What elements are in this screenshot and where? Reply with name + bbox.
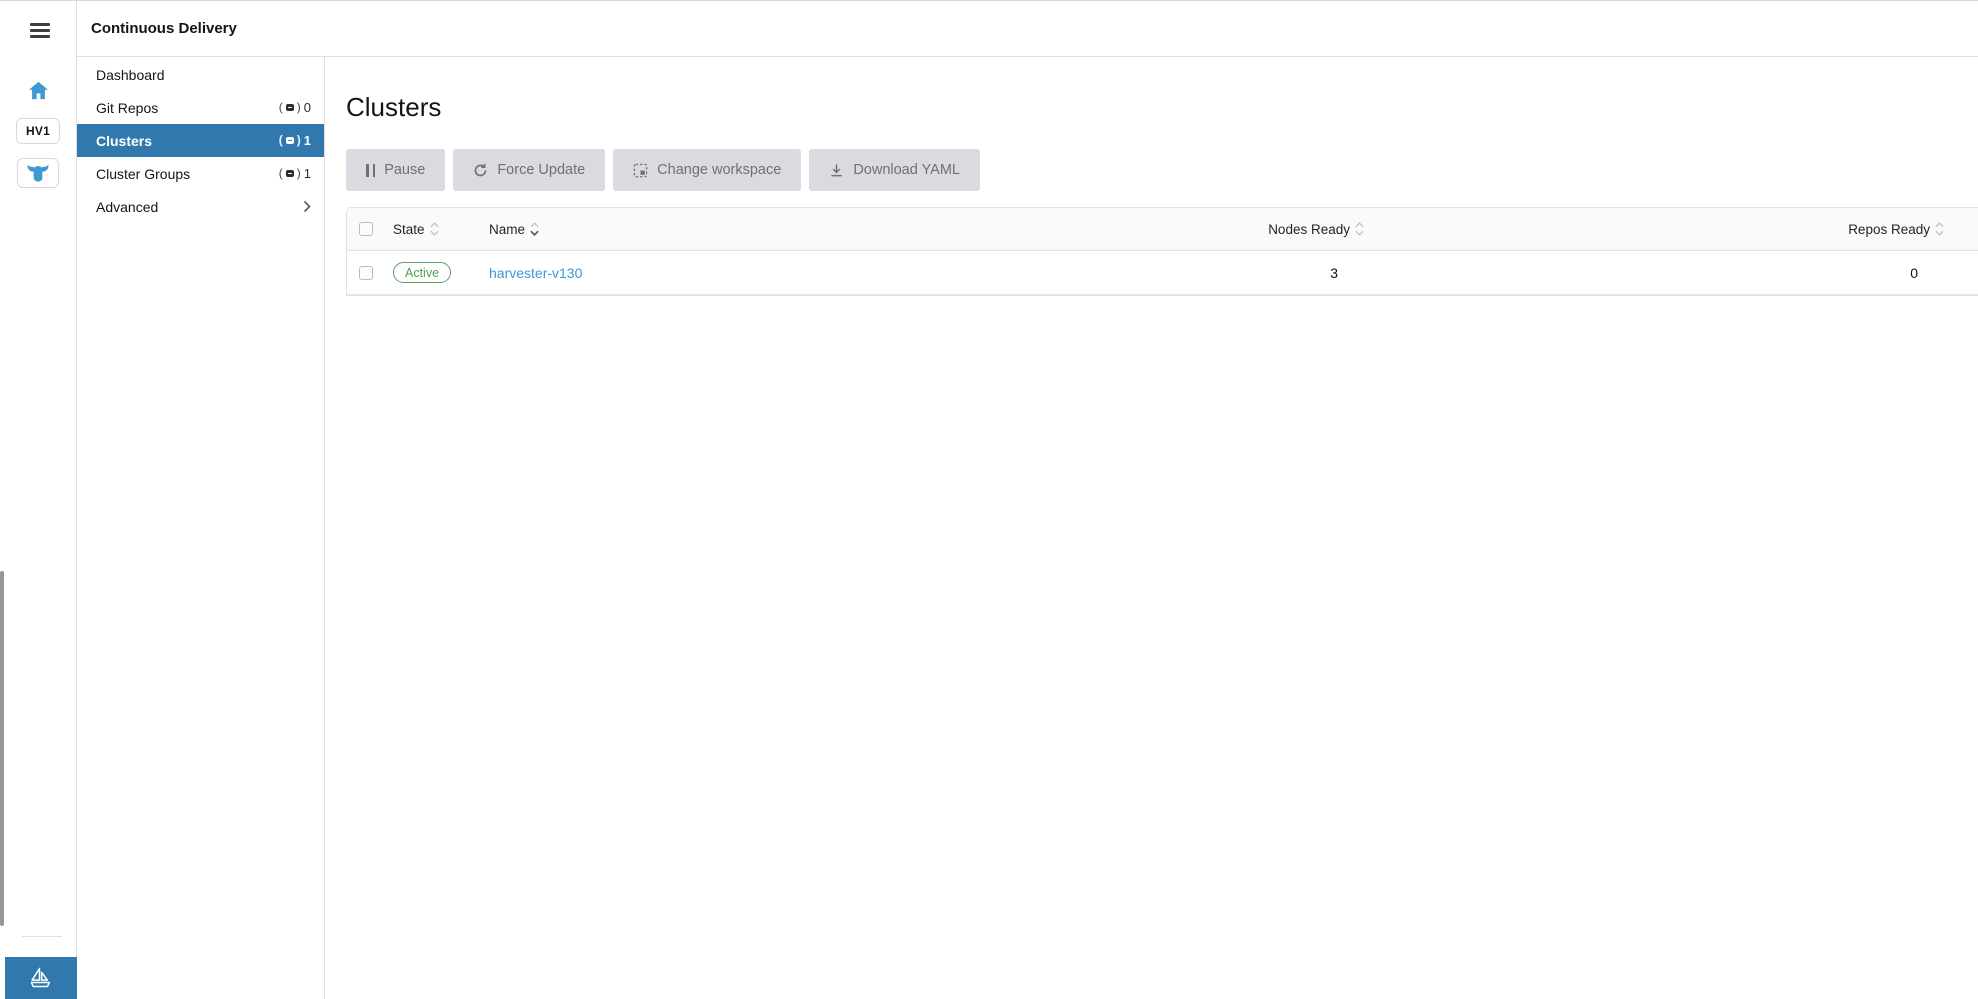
cluster-switcher-hv1[interactable]: HV1 bbox=[16, 118, 60, 144]
sidebar-item-advanced[interactable]: Advanced bbox=[77, 190, 324, 223]
harvester-nav-button[interactable] bbox=[17, 158, 59, 188]
workspace-icon bbox=[633, 163, 648, 178]
counter-icon: ( bbox=[279, 101, 283, 113]
sidebar-item-dashboard[interactable]: Dashboard bbox=[77, 58, 324, 91]
pause-icon bbox=[366, 164, 375, 177]
side-navigation: Dashboard Git Repos () 0 Clusters () 1 C… bbox=[77, 57, 325, 999]
sort-icon-active bbox=[530, 222, 539, 236]
page-title: Clusters bbox=[346, 91, 1978, 123]
status-badge: Active bbox=[393, 262, 451, 283]
sidebar-item-clusters[interactable]: Clusters () 1 bbox=[77, 124, 324, 157]
item-count-badge: () 0 bbox=[279, 100, 311, 115]
download-icon bbox=[829, 163, 844, 178]
download-yaml-button[interactable]: Download YAML bbox=[809, 149, 980, 191]
item-count: 0 bbox=[304, 100, 311, 115]
rail-divider bbox=[22, 936, 62, 937]
counter-icon: ( bbox=[279, 134, 283, 146]
sidebar-item-label: Git Repos bbox=[96, 100, 279, 116]
table-row[interactable]: Active harvester-v130 3 0 bbox=[347, 251, 1978, 295]
item-count-badge: () 1 bbox=[279, 133, 311, 148]
sidebar-item-label: Advanced bbox=[96, 199, 303, 215]
main-content: Clusters Pause Force Update Change works… bbox=[325, 57, 1978, 999]
counter-icon: ( bbox=[279, 167, 283, 179]
select-all-checkbox[interactable] bbox=[359, 222, 373, 236]
item-count: 1 bbox=[304, 133, 311, 148]
nodes-ready-value: 3 bbox=[958, 265, 1398, 281]
action-toolbar: Pause Force Update Change workspace bbox=[346, 149, 1978, 191]
sailboat-icon bbox=[28, 965, 54, 991]
change-workspace-button[interactable]: Change workspace bbox=[613, 149, 801, 191]
chevron-right-icon bbox=[303, 200, 311, 213]
column-header-name[interactable]: Name bbox=[489, 222, 958, 237]
item-count: 1 bbox=[304, 166, 311, 181]
support-button[interactable] bbox=[5, 957, 77, 999]
hamburger-menu-button[interactable] bbox=[30, 23, 50, 38]
top-bar: Continuous Delivery bbox=[77, 1, 1978, 57]
cow-icon bbox=[26, 164, 50, 182]
left-icon-rail: HV1 bbox=[0, 1, 77, 999]
home-icon bbox=[28, 81, 49, 100]
button-label: Force Update bbox=[497, 162, 585, 178]
side-scrollbar-thumb[interactable] bbox=[0, 571, 4, 926]
refresh-icon bbox=[473, 163, 488, 178]
button-label: Download YAML bbox=[853, 162, 960, 178]
home-nav-button[interactable] bbox=[0, 75, 77, 105]
sidebar-item-label: Dashboard bbox=[96, 67, 311, 83]
sidebar-item-git-repos[interactable]: Git Repos () 0 bbox=[77, 91, 324, 124]
table-header-row: State Name Nodes Ready bbox=[347, 208, 1978, 251]
app-title: Continuous Delivery bbox=[91, 20, 237, 37]
cluster-name-link[interactable]: harvester-v130 bbox=[489, 265, 582, 281]
clusters-table: State Name Nodes Ready bbox=[346, 207, 1978, 296]
item-count-badge: () 1 bbox=[279, 166, 311, 181]
sort-icon bbox=[430, 222, 439, 236]
sidebar-item-cluster-groups[interactable]: Cluster Groups () 1 bbox=[77, 157, 324, 190]
button-label: Pause bbox=[384, 162, 425, 178]
button-label: Change workspace bbox=[657, 162, 781, 178]
sort-icon bbox=[1355, 222, 1364, 236]
repos-ready-value: 0 bbox=[1398, 265, 1978, 281]
column-header-state[interactable]: State bbox=[393, 222, 489, 237]
pause-button[interactable]: Pause bbox=[346, 149, 445, 191]
cluster-badge-label: HV1 bbox=[26, 124, 50, 138]
sidebar-item-label: Cluster Groups bbox=[96, 166, 279, 182]
row-checkbox[interactable] bbox=[359, 266, 373, 280]
column-header-nodes-ready[interactable]: Nodes Ready bbox=[958, 222, 1398, 237]
force-update-button[interactable]: Force Update bbox=[453, 149, 605, 191]
sort-icon bbox=[1935, 222, 1944, 236]
column-header-repos-ready[interactable]: Repos Ready bbox=[1398, 222, 1978, 237]
sidebar-item-label: Clusters bbox=[96, 133, 279, 149]
